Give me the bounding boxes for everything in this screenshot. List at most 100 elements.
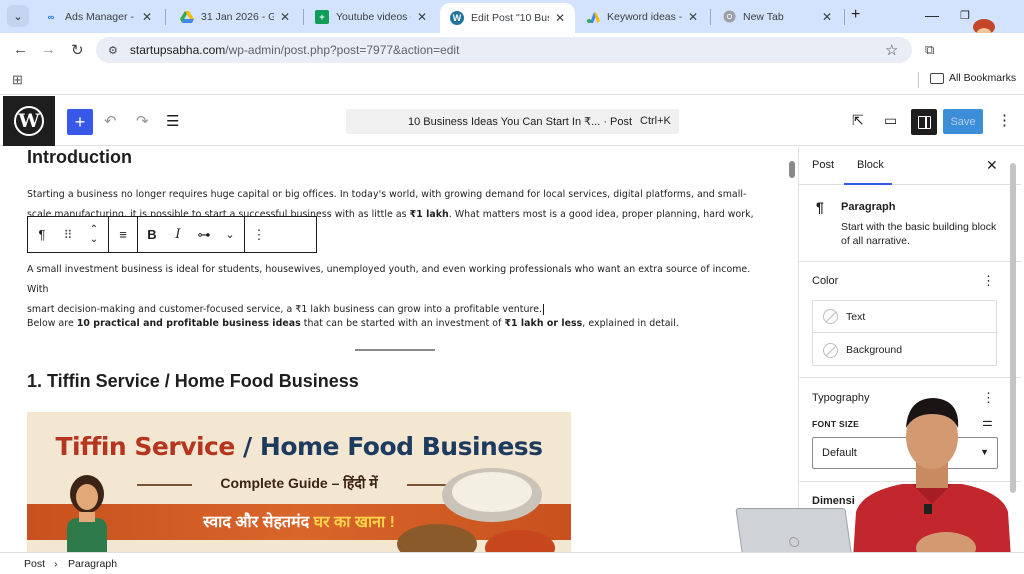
tab-label: Youtube videos co [336,10,411,23]
image-title: Tiffin Service / Home Food Business [27,432,571,461]
redo-icon[interactable]: ↷ [136,112,149,130]
reload-icon[interactable]: ↻ [71,41,84,59]
new-tab-plus-icon[interactable]: + [851,6,860,24]
align-icon[interactable]: ≡ [115,227,131,242]
browser-tab-ads-manager[interactable]: ∞ Ads Manager - Ma ✕ [34,0,162,33]
options-icon[interactable]: ⋮ [251,227,267,243]
image-title-separator: / [234,432,260,461]
tab-block[interactable]: Block [857,159,884,171]
laptop-logo-icon [788,537,800,547]
heading-tiffin-service[interactable]: 1. Tiffin Service / Home Food Business [27,371,359,392]
move-up-down-icon[interactable]: ⌃ ⌄ [86,224,102,245]
command-palette-bar[interactable]: 10 Business Ideas You Can Start In ₹... … [346,109,679,134]
paragraph-block-icon: ¶ [816,199,824,215]
separator-block[interactable] [355,349,435,351]
active-tab-indicator [844,183,892,185]
folder-icon [930,72,944,84]
tab-close-icon[interactable]: ✕ [280,10,290,24]
preview-device-icon[interactable]: ▭ [884,112,897,129]
tiffin-service-image[interactable]: Tiffin Service / Home Food Business Comp… [27,412,571,552]
tab-close-icon[interactable]: ✕ [822,10,832,24]
empty-swatch-icon [823,342,838,358]
tab-close-icon[interactable]: ✕ [688,10,698,24]
image-band-text-part-1: स्वाद और सेहतमंद [203,514,314,531]
paragraph-3-bold-1: 10 practical and profitable business ide… [76,318,301,329]
site-info-icon[interactable]: ⚙ [108,44,118,57]
food-rice [452,472,532,512]
editor-canvas: Introduction Starting a business no long… [0,147,790,552]
tab-separator [303,9,304,25]
apps-grid-icon[interactable]: ⊞ [12,72,23,88]
paragraph-3-bold-2: ₹1 lakh or less [504,318,583,329]
bookmark-star-icon[interactable]: ☆ [885,41,898,59]
color-background-label: Background [846,344,903,356]
tab-post[interactable]: Post [812,159,834,171]
add-block-button[interactable]: + [67,109,93,135]
tab-label: Ads Manager - Ma [65,10,136,23]
bold-icon[interactable]: B [144,227,160,242]
paragraph-icon[interactable]: ¶ [34,227,50,242]
drive-icon [180,10,194,24]
drag-handle-icon[interactable]: ⠿ [60,228,76,242]
view-post-external-icon[interactable]: ⇱ [852,112,864,129]
paragraph-2-line-1: A small investment business is ideal for… [27,264,751,295]
tab-label: Edit Post "10 Busin [471,12,549,24]
canvas-scrollbar[interactable] [789,161,795,178]
block-toolbar: ¶ ⠿ ⌃ ⌄ ≡ B I ⊶ ⌄ ⋮ [27,216,317,253]
save-button[interactable]: Save [943,109,983,134]
block-toolbar-group-options: ⋮ [245,217,273,252]
browser-tab-keyword-ideas[interactable]: Keyword ideas - M ✕ [576,0,708,33]
paragraph-3-text-2: that can be started with an investment o… [300,318,505,329]
link-icon[interactable]: ⊶ [196,227,212,243]
tab-close-icon[interactable]: ✕ [417,10,427,24]
forward-arrow-icon[interactable]: → [41,41,56,58]
tab-close-icon[interactable]: ✕ [142,10,152,24]
address-bar[interactable]: ⚙ startupsabha.com/wp-admin/post.php?pos… [96,37,912,63]
wordpress-logo-button[interactable]: W [3,96,55,146]
color-text-option[interactable]: Text [813,301,998,333]
url-domain: startupsabha.com [129,43,226,57]
all-bookmarks-button[interactable]: All Bookmarks [930,72,1016,84]
tab-separator [165,9,166,25]
italic-icon[interactable]: I [170,227,186,242]
image-band-text-part-2: घर का खाना ! [313,514,395,531]
meta-icon: ∞ [47,11,55,22]
minimize-icon[interactable]: — [925,7,939,23]
sidebar-divider [799,377,1021,378]
options-kebab-icon[interactable]: ⋮ [997,111,1012,129]
browser-tab-edit-post[interactable]: W Edit Post "10 Busin ✕ [440,3,575,33]
wordpress-icon: W [450,11,464,25]
browser-tab-new-tab[interactable]: New Tab ✕ [712,0,842,33]
back-arrow-icon[interactable]: ← [13,41,28,58]
image-title-part-2: Home Food Business [259,432,543,461]
color-background-option[interactable]: Background [813,334,998,366]
browser-tab-drive[interactable]: 31 Jan 2026 - Goo ✕ [170,0,300,33]
wordpress-logo-icon: W [14,106,44,136]
bookmarks-bar [0,66,1024,95]
undo-icon[interactable]: ↶ [104,112,117,130]
breadcrumb-post[interactable]: Post [24,558,45,570]
url-path: /wp-admin/post.php?post=7977&action=edit [225,43,460,57]
more-chevron-icon[interactable]: ⌄ [222,228,238,241]
block-toolbar-group-align: ≡ [109,217,138,252]
woman-illustration [67,475,107,552]
settings-sidebar-toggle[interactable] [911,109,937,135]
tab-close-icon[interactable]: ✕ [555,11,565,25]
color-options-icon[interactable]: ⋮ [982,273,995,289]
close-icon[interactable]: ✕ [986,157,998,174]
color-settings-panel: Text Background [812,300,998,366]
extensions-puzzle-icon[interactable]: ⧉ [925,42,934,58]
browser-tab-sheets[interactable]: + Youtube videos co ✕ [305,0,437,33]
breadcrumb-paragraph[interactable]: Paragraph [68,558,117,570]
google-ads-icon [586,10,600,24]
heading-introduction[interactable]: Introduction [27,147,132,168]
tab-search-chevron-icon[interactable]: ⌄ [7,5,29,27]
paragraph-2[interactable]: A small investment business is ideal for… [27,260,767,320]
document-overview-icon[interactable]: ☰ [166,112,179,130]
sidebar-divider [799,261,1021,262]
block-name: Paragraph [841,201,896,213]
document-title: 10 Business Ideas You Can Start In ₹... … [408,116,633,128]
sidebar-panel-icon [917,115,931,129]
chrome-icon [722,10,736,24]
paragraph-3[interactable]: Below are 10 practical and profitable bu… [27,314,767,334]
